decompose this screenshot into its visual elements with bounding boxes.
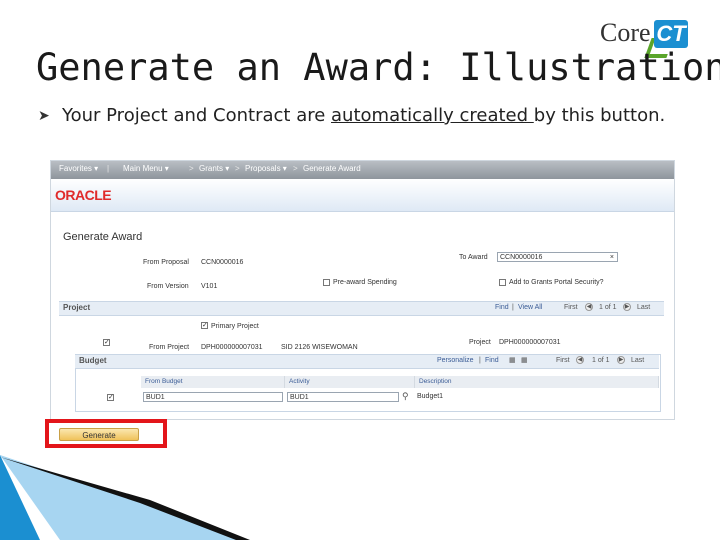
pre-award-label: Pre-award Spending [333,279,397,286]
view-grid-icon[interactable]: ▦ [509,356,516,364]
bullet-text-part1: Your Project and Contract are [62,105,332,126]
slide-title: Generate an Award: Illustration [36,46,720,89]
project-row-checkbox[interactable]: ✓ [103,339,110,346]
budget-first-label: First [556,357,570,364]
nav-proposals[interactable]: Proposals ▾ [245,164,287,173]
bullet-text: Your Project and Contract are automatica… [62,103,702,129]
project-last-label: Last [637,304,651,311]
grants-portal-checkbox[interactable] [499,279,506,286]
col-activity[interactable]: Activity [285,376,415,388]
bullet-text-part2: by this button. [533,105,666,126]
nav-chevron-icon: > [189,164,194,173]
divider-icon: | [479,357,481,364]
project-pager: 1 of 1 [599,304,617,311]
pre-award-checkbox[interactable] [323,279,330,286]
nav-favorites[interactable]: Favorites ▾ [59,164,98,173]
from-project-value: DPH000000007031 [201,344,263,351]
from-proposal-value: CCN0000016 [201,259,244,266]
prev-arrow-icon[interactable]: ◀ [576,356,584,364]
col-description[interactable]: Description [415,376,659,388]
nav-generate-award[interactable]: Generate Award [303,164,361,173]
from-project-desc: SID 2126 WISEWOMAN [281,344,358,351]
col-from-budget[interactable]: From Budget [141,376,285,388]
app-screenshot: Favorites ▾ | Main Menu ▾ > Grants ▾ > P… [50,160,675,420]
project-view-all-link[interactable]: View All [518,304,542,311]
page-title: Generate Award [63,231,143,243]
logo-ct-text: CT [654,20,688,48]
project-find-link[interactable]: Find [495,304,509,311]
nav-chevron-icon: > [293,164,298,173]
next-arrow-icon[interactable]: ▶ [617,356,625,364]
nav-grants[interactable]: Grants ▾ [199,164,229,173]
project-label: Project [469,339,491,346]
divider-icon: | [512,304,514,311]
budget-pager: 1 of 1 [592,357,610,364]
from-version-value: V101 [201,283,218,290]
oracle-logo: ORACLE [55,187,112,203]
to-award-input[interactable]: CCN0000016 × [497,252,618,262]
project-first-label: First [564,304,578,311]
budget-row-checkbox[interactable]: ✓ [107,394,114,401]
from-project-label: From Project [149,344,190,351]
description-value: Budget1 [417,393,444,400]
budget-section-title: Budget [79,356,107,365]
grants-portal-label: Add to Grants Portal Security? [509,279,604,286]
primary-project-label: Primary Project [211,323,259,330]
bullet-arrow-icon: ➤ [38,108,50,124]
clear-icon[interactable]: × [610,253,614,263]
nav-chevron-icon: > [235,164,240,173]
project-value: DPH000000007031 [499,339,561,346]
nav-bar: Favorites ▾ | Main Menu ▾ > Grants ▾ > P… [51,161,674,179]
budget-find-link[interactable]: Find [485,357,499,364]
budget-section-header [75,354,659,369]
project-section-title: Project [63,303,91,312]
decorative-swoosh [0,455,250,540]
budget-last-label: Last [631,357,645,364]
activity-input[interactable]: BUD1 [287,392,399,402]
next-arrow-icon[interactable]: ▶ [623,303,631,311]
from-proposal-label: From Proposal [143,259,189,266]
primary-project-checkbox[interactable]: ✓ [201,322,208,329]
nav-divider-icon: | [107,164,110,173]
download-icon[interactable]: ▦ [521,356,528,364]
logo-core-text: Core [600,18,651,47]
brand-bar [51,179,674,212]
prev-arrow-icon[interactable]: ◀ [585,303,593,311]
from-version-label: From Version [147,283,189,290]
lookup-search-icon[interactable]: ⚲ [402,391,409,402]
budget-personalize-link[interactable]: Personalize [437,357,474,364]
to-award-value: CCN0000016 [500,254,543,261]
generate-button[interactable]: Generate [59,428,139,441]
bullet-text-underlined: automatically created [331,105,534,126]
from-budget-input[interactable]: BUD1 [143,392,283,402]
to-award-label: To Award [459,254,488,261]
nav-main-menu[interactable]: Main Menu ▾ [123,164,169,173]
